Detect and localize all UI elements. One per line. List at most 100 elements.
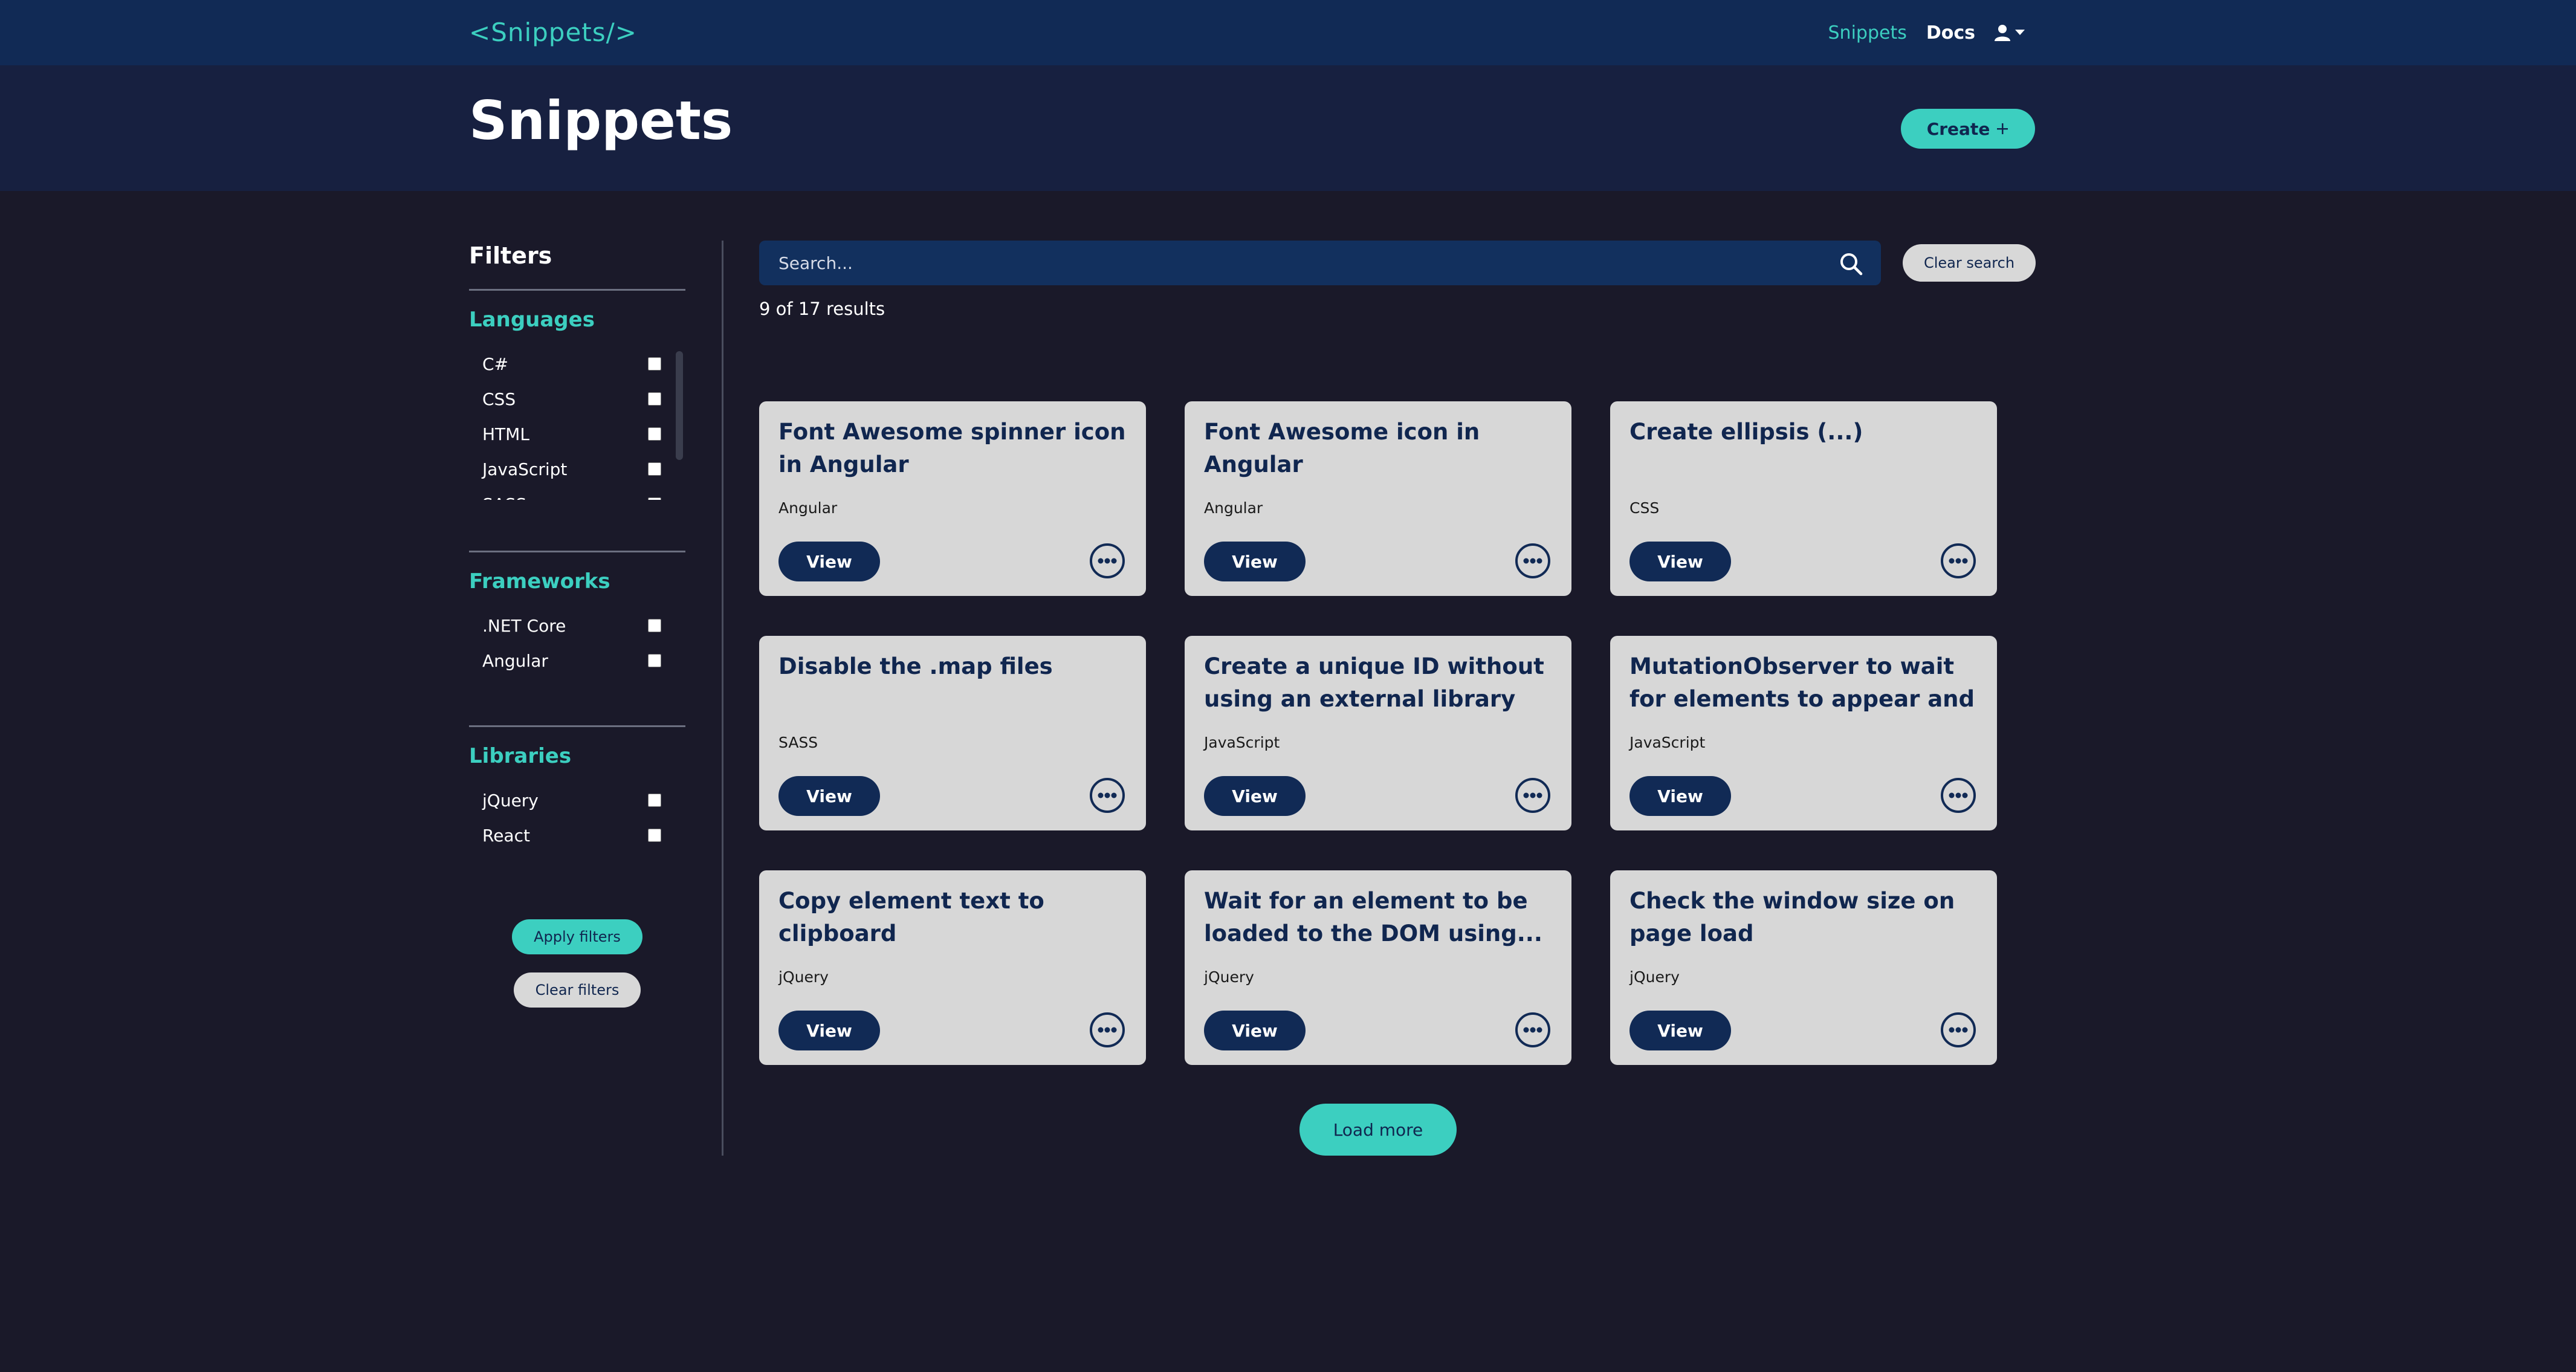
filter-option-label: JavaScript	[482, 459, 568, 479]
create-button[interactable]: Create	[1901, 109, 2035, 149]
more-options-icon[interactable]	[1515, 777, 1551, 814]
page-title: Snippets	[469, 89, 733, 152]
filter-option-label: .NET Core	[482, 615, 566, 636]
top-navbar: <Snippets/> Snippets Docs	[0, 0, 2576, 65]
filter-option: JavaScript	[469, 451, 685, 487]
filter-option-label: Angular	[482, 650, 548, 671]
user-menu-toggle[interactable]	[1995, 24, 2025, 41]
filter-option: CSS	[469, 381, 685, 416]
filter-checkbox[interactable]	[648, 357, 661, 371]
snippet-tag: JavaScript	[1629, 734, 1706, 751]
snippet-card: Create ellipsis (...) CSS View	[1610, 401, 1997, 596]
group-title-libraries: Libraries	[469, 744, 572, 768]
view-button[interactable]: View	[1204, 542, 1306, 581]
snippet-title: Wait for an element to be loaded to the …	[1204, 888, 1542, 946]
snippet-card: MutationObserver to wait for elements to…	[1610, 636, 1997, 830]
filter-checkbox[interactable]	[648, 427, 661, 441]
filter-actions: Apply filters Clear filters	[469, 919, 685, 1008]
snippet-title: Create ellipsis (...)	[1629, 419, 1863, 445]
plus-icon	[1997, 123, 2008, 134]
page-header: Snippets Create	[0, 65, 2576, 191]
search-bar	[759, 241, 1881, 285]
app-logo[interactable]: <Snippets/>	[469, 15, 637, 51]
languages-scrollbar[interactable]	[676, 351, 683, 460]
view-button[interactable]: View	[1629, 1011, 1731, 1050]
snippet-tag: jQuery	[1629, 968, 1680, 986]
filter-option: C#	[469, 346, 685, 381]
filter-checkbox[interactable]	[648, 794, 661, 807]
view-button[interactable]: View	[1204, 1011, 1306, 1050]
snippet-title: Check the window size on page load	[1629, 888, 1955, 946]
filter-option: React	[469, 818, 685, 853]
filter-checkbox[interactable]	[648, 497, 661, 500]
view-button[interactable]: View	[778, 776, 880, 816]
filter-option: HTML	[469, 416, 685, 451]
filters-title: Filters	[469, 241, 685, 291]
clear-search-button[interactable]: Clear search	[1903, 244, 2036, 282]
more-options-icon[interactable]	[1940, 1012, 1976, 1048]
snippet-tag: Angular	[1204, 499, 1263, 517]
user-icon	[1995, 25, 2010, 41]
snippet-tag: SASS	[778, 734, 818, 751]
nav-link-docs[interactable]: Docs	[1926, 22, 1975, 44]
filter-option: .NET Core	[469, 608, 685, 643]
filter-checkbox[interactable]	[648, 654, 661, 667]
filter-option-label: SASS	[482, 494, 526, 500]
snippet-tag: jQuery	[778, 968, 829, 986]
filter-option: SASS	[469, 487, 685, 500]
group-title-frameworks: Frameworks	[469, 569, 610, 594]
snippet-tag: JavaScript	[1204, 734, 1280, 751]
filter-option: jQuery	[469, 783, 685, 818]
snippet-card: Disable the .map files SASS View	[759, 636, 1146, 830]
filter-option-label: jQuery	[482, 790, 539, 811]
filter-option-label: React	[482, 825, 530, 846]
snippet-card: Font Awesome spinner icon in Angular Angu…	[759, 401, 1146, 596]
filter-checkbox[interactable]	[648, 392, 661, 406]
snippet-title: Font Awesome spinner icon in Angular	[778, 419, 1126, 477]
snippet-title: Copy element text to clipboard	[778, 888, 1044, 946]
caret-down-icon	[2015, 30, 2025, 35]
nav-link-snippets[interactable]: Snippets	[1828, 22, 1907, 44]
snippet-card: Check the window size on page load jQuery…	[1610, 870, 1997, 1065]
more-options-icon[interactable]	[1515, 1012, 1551, 1048]
view-button[interactable]: View	[1204, 776, 1306, 816]
view-button[interactable]: View	[778, 542, 880, 581]
frameworks-list: .NET Core Angular	[469, 608, 685, 678]
snippet-tag: jQuery	[1204, 968, 1254, 986]
snippet-card: Font Awesome icon in Angular Angular View	[1185, 401, 1571, 596]
more-options-icon[interactable]	[1515, 543, 1551, 579]
search-icon[interactable]	[1839, 251, 1863, 276]
search-input[interactable]	[759, 241, 1830, 285]
snippet-card: Copy element text to clipboard jQuery View	[759, 870, 1146, 1065]
filter-checkbox[interactable]	[648, 462, 661, 476]
languages-scroll-list[interactable]: C# CSS HTML JavaScript SASS	[469, 346, 685, 500]
filter-checkbox[interactable]	[648, 829, 661, 842]
view-button[interactable]: View	[778, 1011, 880, 1050]
more-options-icon[interactable]	[1089, 543, 1125, 579]
more-options-icon[interactable]	[1089, 1012, 1125, 1048]
nav-links: Snippets Docs	[1828, 0, 2025, 65]
more-options-icon[interactable]	[1089, 777, 1125, 814]
filter-option: Angular	[469, 643, 685, 678]
create-label: Create	[1926, 118, 1990, 139]
sidebar-divider	[722, 241, 723, 1156]
filters-sidebar: Filters Languages C# CSS HTML JavaScript…	[469, 241, 685, 1008]
filter-checkbox[interactable]	[648, 619, 661, 632]
more-options-icon[interactable]	[1940, 543, 1976, 579]
filter-group-frameworks: Frameworks .NET Core Angular	[469, 552, 685, 727]
filter-option-label: HTML	[482, 424, 529, 444]
snippet-title: Create a unique ID without using an exte…	[1204, 653, 1544, 712]
filter-option-label: CSS	[482, 389, 516, 409]
filter-group-libraries: Libraries jQuery React	[469, 727, 685, 853]
snippet-title: Disable the .map files	[778, 653, 1053, 679]
load-more-button[interactable]: Load more	[1299, 1104, 1457, 1156]
clear-filters-button[interactable]: Clear filters	[514, 972, 641, 1008]
snippet-title: MutationObserver to wait for elements to…	[1629, 653, 1975, 712]
more-options-icon[interactable]	[1940, 777, 1976, 814]
apply-filters-button[interactable]: Apply filters	[512, 919, 642, 954]
view-button[interactable]: View	[1629, 776, 1731, 816]
view-button[interactable]: View	[1629, 542, 1731, 581]
snippet-title: Font Awesome icon in Angular	[1204, 419, 1480, 477]
group-title-languages: Languages	[469, 308, 595, 332]
snippet-tag: CSS	[1629, 499, 1660, 517]
